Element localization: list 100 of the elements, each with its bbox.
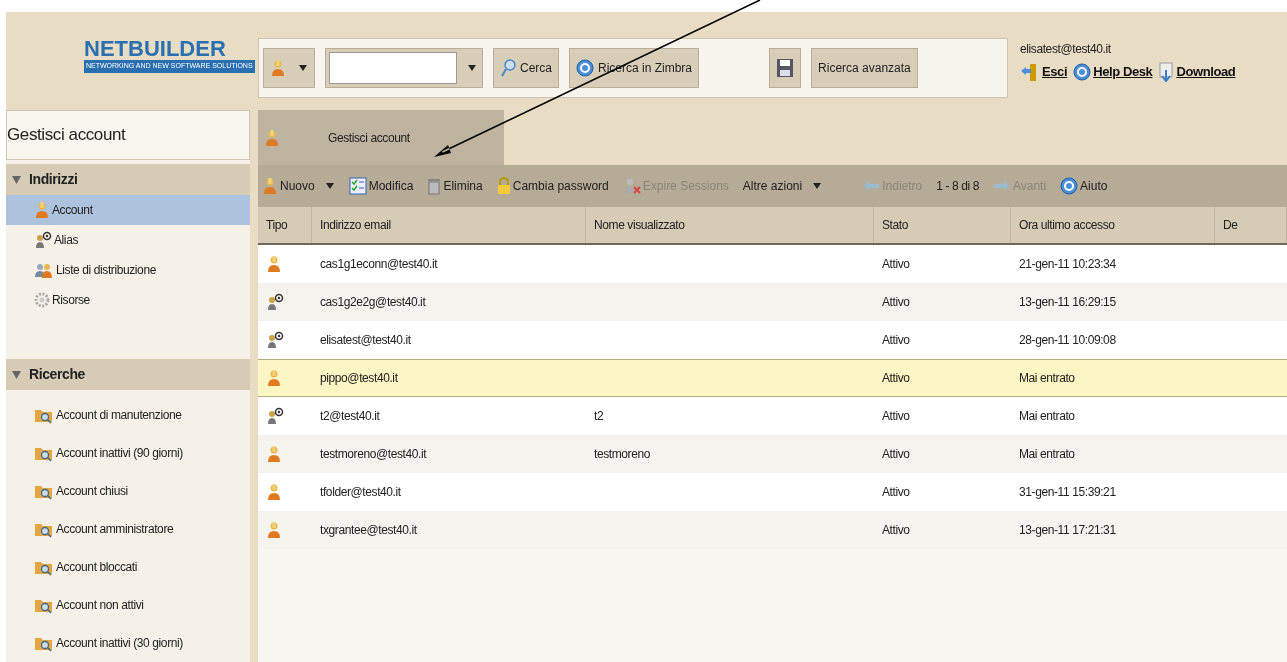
user-email: elisatest@test40.it [1020, 41, 1112, 58]
sidebar-item[interactable]: Account chiusi [6, 472, 250, 510]
time-cell-text: Mai entrato [1018, 370, 1076, 387]
table-row[interactable]: elisatest@test40.it Attivo 28-gen-11 10:09:08 [258, 321, 1287, 359]
status-cell-text: Attivo [881, 294, 911, 311]
person-icon [266, 369, 282, 388]
expanded-triangle-icon [12, 370, 21, 380]
table-row[interactable]: pippo@test40.it Attivo Mai entrato [258, 359, 1287, 397]
password-button[interactable]: Cambia password [496, 177, 609, 195]
column-header[interactable]: Tipo [258, 207, 312, 243]
tab[interactable]: Gestisci account [258, 110, 504, 165]
section-header[interactable]: Indirizzi [6, 164, 250, 196]
table-row[interactable]: tfolder@test40.it Attivo 31-gen-11 15:39:21 [258, 473, 1287, 511]
sidebar-item[interactable]: Account bloccati [6, 548, 250, 586]
expanded-triangle-icon [12, 175, 21, 185]
gear-icon [34, 292, 50, 309]
person-icon [264, 128, 280, 147]
status-cell-text: Attivo [881, 370, 911, 387]
email-cell-text: txgrantee@test40.it [319, 522, 418, 539]
download-icon [1158, 62, 1175, 82]
sidebar-item[interactable]: Liste di distribuzione [6, 255, 250, 286]
status-cell-text: Attivo [881, 332, 911, 349]
column-header[interactable]: Ora ultimo accesso [1011, 207, 1215, 243]
person-icon [266, 521, 282, 540]
edit-button[interactable]: Modifica [348, 177, 414, 195]
person-icon [262, 177, 278, 195]
email-cell-text: pippo@test40.it [319, 370, 399, 387]
email-cell-text: t2@test40.it [319, 408, 381, 425]
advanced-search-button[interactable]: Ricerca avanzata [811, 48, 918, 88]
status-cell-text: Attivo [881, 256, 911, 273]
person-at-icon [266, 407, 284, 426]
more-actions-button[interactable]: Altre azioni [742, 177, 823, 195]
person-at-icon [266, 293, 284, 312]
email-cell-text: cas1g1econn@test40.it [319, 256, 439, 273]
help-icon [1060, 177, 1079, 195]
checklist-icon [348, 177, 367, 195]
search-button[interactable]: Cerca [493, 48, 559, 88]
time-cell-text: Mai entrato [1018, 408, 1076, 425]
status-cell-text: Attivo [881, 408, 911, 425]
column-header[interactable]: De [1215, 207, 1287, 243]
person-icon [266, 445, 282, 464]
sidebar-item[interactable]: Account inattivi (90 giorni) [6, 434, 250, 472]
email-cell-text: testmoreno@test40.it [319, 446, 428, 463]
name-cell-text: testmoreno [593, 446, 652, 463]
search-icon [500, 58, 516, 78]
save-button[interactable] [769, 48, 802, 88]
person-x-icon [622, 177, 641, 195]
people-icon [34, 261, 54, 280]
sidebar-item[interactable]: Alias [6, 225, 250, 256]
time-cell-text: 13-gen-11 16:29:15 [1018, 294, 1117, 311]
logo-text: NETBUILDER [84, 38, 227, 60]
help-icon [1073, 63, 1092, 81]
column-header[interactable]: Stato [874, 207, 1011, 243]
caret-icon [812, 182, 823, 190]
help-link[interactable]: Help Desk [1073, 62, 1153, 82]
caret-icon [298, 64, 308, 72]
person-icon [266, 483, 282, 502]
search-field[interactable] [325, 48, 483, 88]
person-icon [270, 59, 286, 77]
time-cell-text: Mai entrato [1018, 446, 1076, 463]
person-icon [34, 201, 50, 220]
caret-icon [324, 182, 335, 190]
arrow-left-icon [862, 179, 881, 193]
table-row[interactable]: cas1g1econn@test40.it Attivo 21-gen-11 10:23:34 [258, 245, 1287, 283]
table-row[interactable]: t2@test40.it t2 Attivo Mai entrato [258, 397, 1287, 435]
person-at-icon [34, 231, 52, 250]
arrow-right-icon [992, 179, 1011, 193]
status-cell-text: Attivo [881, 446, 911, 463]
caret-icon [467, 64, 477, 72]
exit-link[interactable]: Esci [1020, 62, 1068, 82]
status-cell-text: Attivo [881, 522, 911, 539]
padlock-icon [496, 177, 511, 195]
user-type-dropdown[interactable] [263, 48, 315, 88]
download-link[interactable]: Download [1158, 62, 1236, 82]
sidebar-item[interactable]: Account non attivi [6, 586, 250, 624]
time-cell-text: 21-gen-11 10:23:34 [1018, 256, 1117, 273]
time-cell-text: 28-gen-11 10:09:08 [1018, 332, 1117, 349]
email-cell-text: elisatest@test40.it [319, 332, 412, 349]
sidebar-item[interactable]: Account di manutenzione [6, 396, 250, 434]
person-icon [266, 255, 282, 274]
trash-icon [427, 177, 442, 195]
help-button[interactable]: Aiuto [1060, 177, 1108, 195]
sidebar-item[interactable]: Account amministratore [6, 510, 250, 548]
sidebar-item[interactable]: Risorse [6, 285, 250, 316]
sidebar-item[interactable]: Account [6, 195, 250, 226]
column-header[interactable]: Indirizzo email [312, 207, 586, 243]
person-at-icon [266, 331, 284, 350]
time-cell-text: 13-gen-11 17:21:31 [1018, 522, 1117, 539]
sidebar-title: Gestisci account [6, 110, 250, 161]
delete-button[interactable]: Elimina [427, 177, 483, 195]
sidebar-item[interactable]: Account inattivi (30 giorni) [6, 624, 250, 662]
new-button[interactable]: Nuovo [262, 177, 335, 195]
email-cell-text: cas1g2e2g@test40.it [319, 294, 427, 311]
time-cell-text: 31-gen-11 15:39:21 [1018, 484, 1117, 501]
help-icon [576, 59, 594, 77]
section-header[interactable]: Ricerche [6, 359, 250, 390]
column-header[interactable]: Nome visualizzato [586, 207, 874, 243]
name-cell-text: t2 [593, 408, 605, 425]
status-cell-text: Attivo [881, 484, 911, 501]
email-cell-text: tfolder@test40.it [319, 484, 402, 501]
